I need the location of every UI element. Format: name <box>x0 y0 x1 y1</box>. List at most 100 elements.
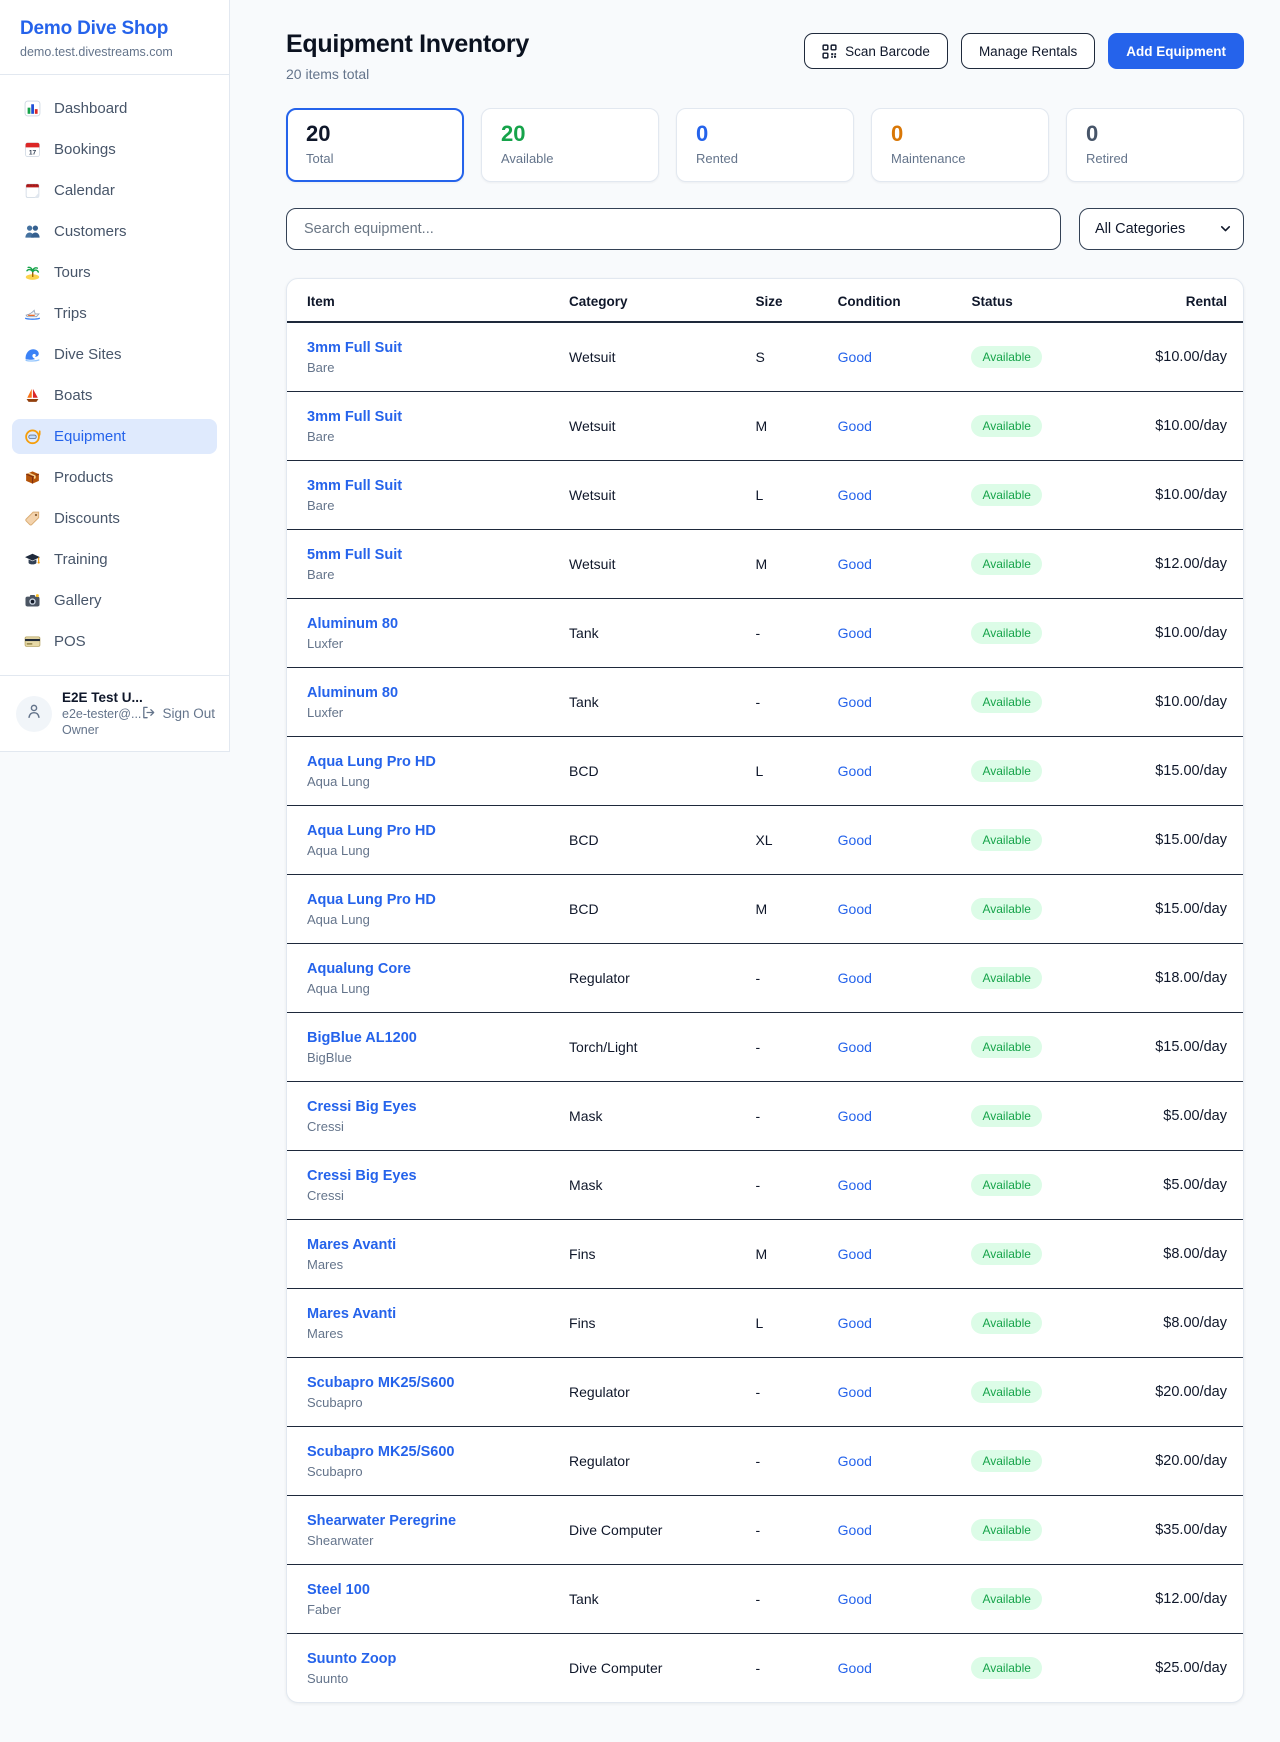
sidebar-item-dive-sites[interactable]: Dive Sites <box>12 337 217 372</box>
item-link[interactable]: Mares Avanti <box>307 1306 396 1322</box>
item-link[interactable]: Aqualung Core <box>307 961 411 977</box>
condition-link[interactable]: Good <box>838 556 872 572</box>
manage-rentals-button[interactable]: Manage Rentals <box>961 33 1095 69</box>
table-row: Shearwater PeregrineShearwaterDive Compu… <box>287 1495 1243 1564</box>
item-size: - <box>755 1633 837 1702</box>
status-badge: Available <box>971 622 1041 644</box>
item-link[interactable]: Scubapro MK25/S600 <box>307 1444 454 1460</box>
table-row: Mares AvantiMaresFinsMGoodAvailable$8.00… <box>287 1219 1243 1288</box>
stat-card-retired[interactable]: 0Retired <box>1066 108 1244 182</box>
stat-card-total[interactable]: 20Total <box>286 108 464 182</box>
dive-mask-icon <box>24 428 41 445</box>
sidebar-item-calendar[interactable]: Calendar <box>12 173 217 208</box>
condition-link[interactable]: Good <box>838 1039 872 1055</box>
rental-rate: $15.00/day <box>1126 805 1243 874</box>
item-link[interactable]: Mares Avanti <box>307 1237 396 1253</box>
stat-card-maintenance[interactable]: 0Maintenance <box>871 108 1049 182</box>
condition-link[interactable]: Good <box>838 1522 872 1538</box>
condition-link[interactable]: Good <box>838 1660 872 1676</box>
add-equipment-button[interactable]: Add Equipment <box>1108 33 1244 69</box>
item-link[interactable]: Aqua Lung Pro HD <box>307 754 436 770</box>
table-row: Aluminum 80LuxferTank-GoodAvailable$10.0… <box>287 598 1243 667</box>
item-link[interactable]: Cressi Big Eyes <box>307 1168 417 1184</box>
sidebar-item-boats[interactable]: Boats <box>12 378 217 413</box>
condition-link[interactable]: Good <box>838 970 872 986</box>
item-link[interactable]: Scubapro MK25/S600 <box>307 1375 454 1391</box>
condition-link[interactable]: Good <box>838 1315 872 1331</box>
condition-link[interactable]: Good <box>838 418 872 434</box>
condition-link[interactable]: Good <box>838 1384 872 1400</box>
category-select[interactable]: All Categories <box>1079 208 1244 250</box>
search-input[interactable] <box>286 208 1061 250</box>
item-link[interactable]: Shearwater Peregrine <box>307 1513 456 1529</box>
column-header-status: Status <box>971 279 1126 322</box>
condition-link[interactable]: Good <box>838 625 872 641</box>
title-block: Equipment Inventory 20 items total <box>286 30 529 82</box>
svg-text:17: 17 <box>29 149 37 156</box>
sidebar-item-bookings[interactable]: 17 Bookings <box>12 132 217 167</box>
speedboat-icon <box>24 305 41 322</box>
sign-out-button[interactable]: Sign Out <box>141 705 215 723</box>
stat-card-available[interactable]: 20Available <box>481 108 659 182</box>
sidebar-item-gallery[interactable]: Gallery <box>12 583 217 618</box>
sidebar-item-trips[interactable]: Trips <box>12 296 217 331</box>
condition-link[interactable]: Good <box>838 1246 872 1262</box>
item-link[interactable]: 3mm Full Suit <box>307 409 402 425</box>
item-category: Wetsuit <box>569 529 755 598</box>
page-header: Equipment Inventory 20 items total Scan … <box>286 30 1244 82</box>
condition-link[interactable]: Good <box>838 694 872 710</box>
status-badge: Available <box>971 415 1041 437</box>
status-badge: Available <box>971 829 1041 851</box>
condition-link[interactable]: Good <box>838 1108 872 1124</box>
item-category: Regulator <box>569 1426 755 1495</box>
item-link[interactable]: Steel 100 <box>307 1582 370 1598</box>
item-category: Regulator <box>569 943 755 1012</box>
sidebar-item-label: Bookings <box>54 141 116 158</box>
item-link[interactable]: Cressi Big Eyes <box>307 1099 417 1115</box>
stat-card-rented[interactable]: 0Rented <box>676 108 854 182</box>
item-link[interactable]: Aqua Lung Pro HD <box>307 892 436 908</box>
sidebar-item-tours[interactable]: Tours <box>12 255 217 290</box>
sidebar-item-products[interactable]: Products <box>12 460 217 495</box>
brand-title[interactable]: Demo Dive Shop <box>20 18 209 40</box>
condition-link[interactable]: Good <box>838 763 872 779</box>
scan-barcode-button[interactable]: Scan Barcode <box>804 33 948 69</box>
package-icon <box>24 469 41 486</box>
sidebar-item-equipment[interactable]: Equipment <box>12 419 217 454</box>
sidebar-item-label: Customers <box>54 223 127 240</box>
item-size: XL <box>755 805 837 874</box>
sidebar-item-dashboard[interactable]: Dashboard <box>12 91 217 126</box>
status-badge: Available <box>971 691 1041 713</box>
user-info: E2E Test U... e2e-tester@... Owner <box>62 690 131 737</box>
sidebar-item-pos[interactable]: POS <box>12 624 217 659</box>
condition-link[interactable]: Good <box>838 1177 872 1193</box>
item-category: Wetsuit <box>569 460 755 529</box>
sidebar-item-training[interactable]: Training <box>12 542 217 577</box>
stat-label: Maintenance <box>891 151 1029 166</box>
item-link[interactable]: BigBlue AL1200 <box>307 1030 417 1046</box>
sidebar-item-label: Tours <box>54 264 91 281</box>
item-link[interactable]: Aluminum 80 <box>307 685 398 701</box>
item-link[interactable]: 5mm Full Suit <box>307 547 402 563</box>
condition-link[interactable]: Good <box>838 487 872 503</box>
item-category: BCD <box>569 805 755 874</box>
condition-link[interactable]: Good <box>838 901 872 917</box>
status-badge: Available <box>971 553 1041 575</box>
item-link[interactable]: Aluminum 80 <box>307 616 398 632</box>
item-size: - <box>755 1150 837 1219</box>
items-total: 20 items total <box>286 66 529 82</box>
condition-link[interactable]: Good <box>838 1591 872 1607</box>
condition-link[interactable]: Good <box>838 832 872 848</box>
item-brand: Shearwater <box>307 1533 569 1548</box>
sidebar-item-discounts[interactable]: Discounts <box>12 501 217 536</box>
item-link[interactable]: Aqua Lung Pro HD <box>307 823 436 839</box>
condition-link[interactable]: Good <box>838 1453 872 1469</box>
sidebar-item-customers[interactable]: Customers <box>12 214 217 249</box>
stat-value: 20 <box>501 122 639 146</box>
table-row: Scubapro MK25/S600ScubaproRegulator-Good… <box>287 1426 1243 1495</box>
item-link[interactable]: 3mm Full Suit <box>307 478 402 494</box>
item-link[interactable]: Suunto Zoop <box>307 1651 396 1667</box>
item-size: L <box>755 1288 837 1357</box>
condition-link[interactable]: Good <box>838 349 872 365</box>
item-link[interactable]: 3mm Full Suit <box>307 340 402 356</box>
